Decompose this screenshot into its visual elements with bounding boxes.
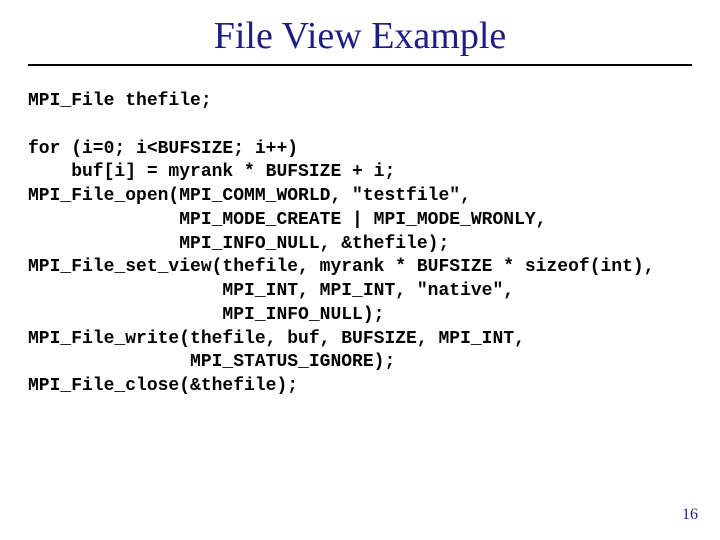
code-block: MPI_File thefile; for (i=0; i<BUFSIZE; i… <box>28 90 720 399</box>
slide-title: File View Example <box>0 0 720 64</box>
slide: File View Example MPI_File thefile; for … <box>0 0 720 540</box>
title-rule <box>28 64 692 66</box>
page-number: 16 <box>682 506 698 524</box>
